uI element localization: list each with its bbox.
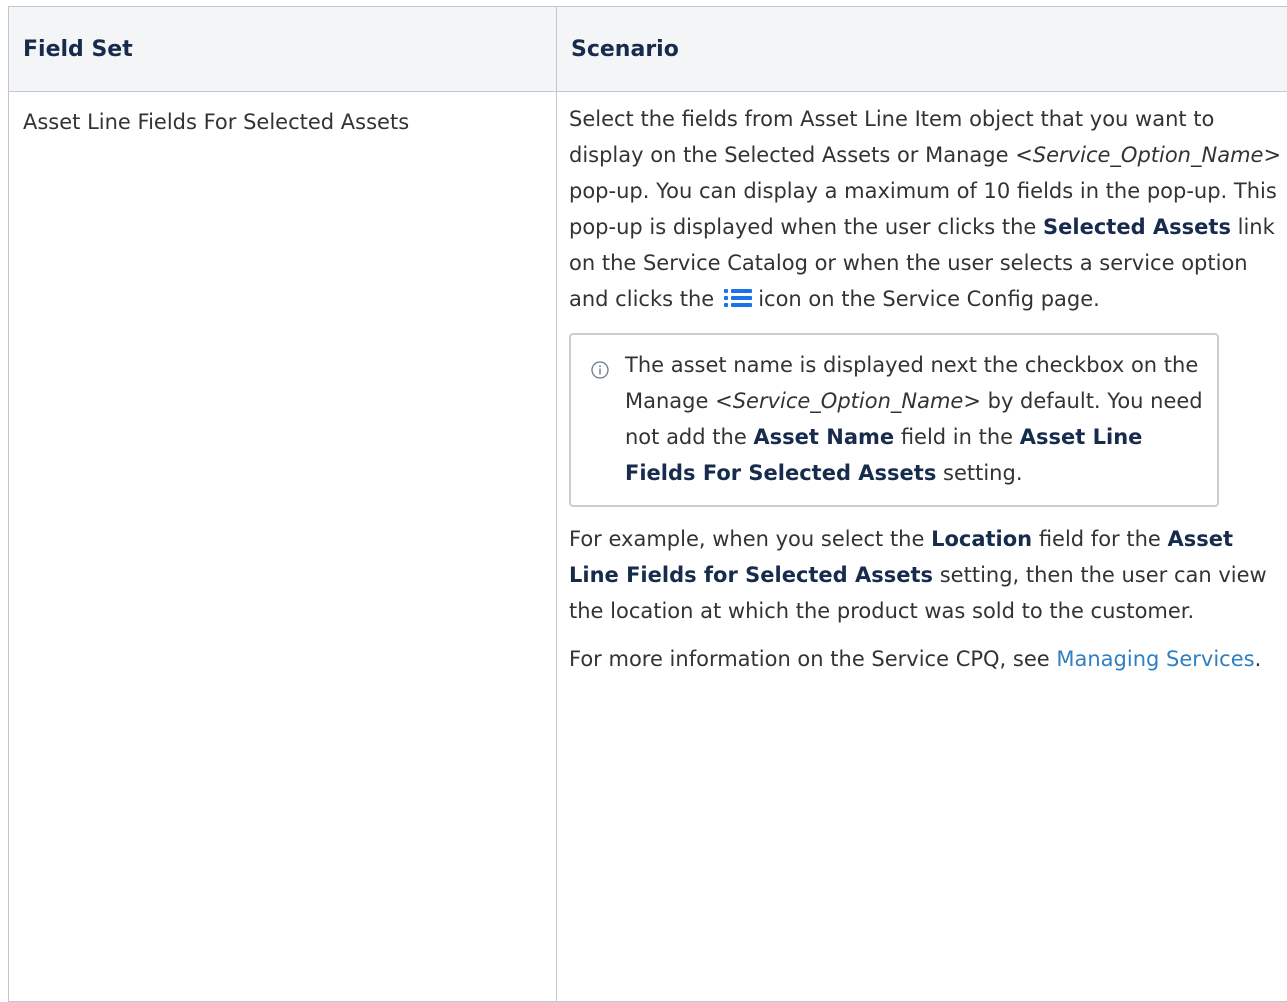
text: icon on the Service Config page. xyxy=(758,287,1100,311)
info-note-panel: The asset name is displayed next the che… xyxy=(569,333,1219,507)
example-paragraph: For example, when you select the Locatio… xyxy=(569,521,1287,629)
service-option-placeholder: <Service_Option_Name> xyxy=(715,389,981,413)
table-header-row: Field Set Scenario xyxy=(9,7,1287,92)
service-option-placeholder: <Service_Option_Name> xyxy=(1015,143,1281,167)
location-term: Location xyxy=(931,527,1032,551)
info-note-text: The asset name is displayed next the che… xyxy=(625,347,1203,491)
selected-assets-term: Selected Assets xyxy=(1043,215,1231,239)
field-set-table: Field Set Scenario Asset Line Fields For… xyxy=(8,6,1287,1002)
info-icon xyxy=(591,354,609,372)
managing-services-link[interactable]: Managing Services xyxy=(1056,647,1254,671)
table-row: Asset Line Fields For Selected Assets Se… xyxy=(9,92,1287,1002)
text: For example, when you select the xyxy=(569,527,931,551)
column-header-field-set: Field Set xyxy=(9,7,557,92)
column-header-scenario: Scenario xyxy=(557,7,1287,92)
scenario-cell: Select the fields from Asset Line Item o… xyxy=(557,92,1287,1002)
scenario-description: Select the fields from Asset Line Item o… xyxy=(569,101,1287,317)
asset-name-term: Asset Name xyxy=(753,425,894,449)
text: For more information on the Service CPQ,… xyxy=(569,647,1056,671)
text: field for the xyxy=(1032,527,1167,551)
list-icon xyxy=(724,283,752,303)
more-info-paragraph: For more information on the Service CPQ,… xyxy=(569,641,1287,677)
text: setting. xyxy=(936,461,1022,485)
field-set-cell: Asset Line Fields For Selected Assets xyxy=(9,92,557,1002)
text: . xyxy=(1255,647,1262,671)
text: field in the xyxy=(894,425,1020,449)
